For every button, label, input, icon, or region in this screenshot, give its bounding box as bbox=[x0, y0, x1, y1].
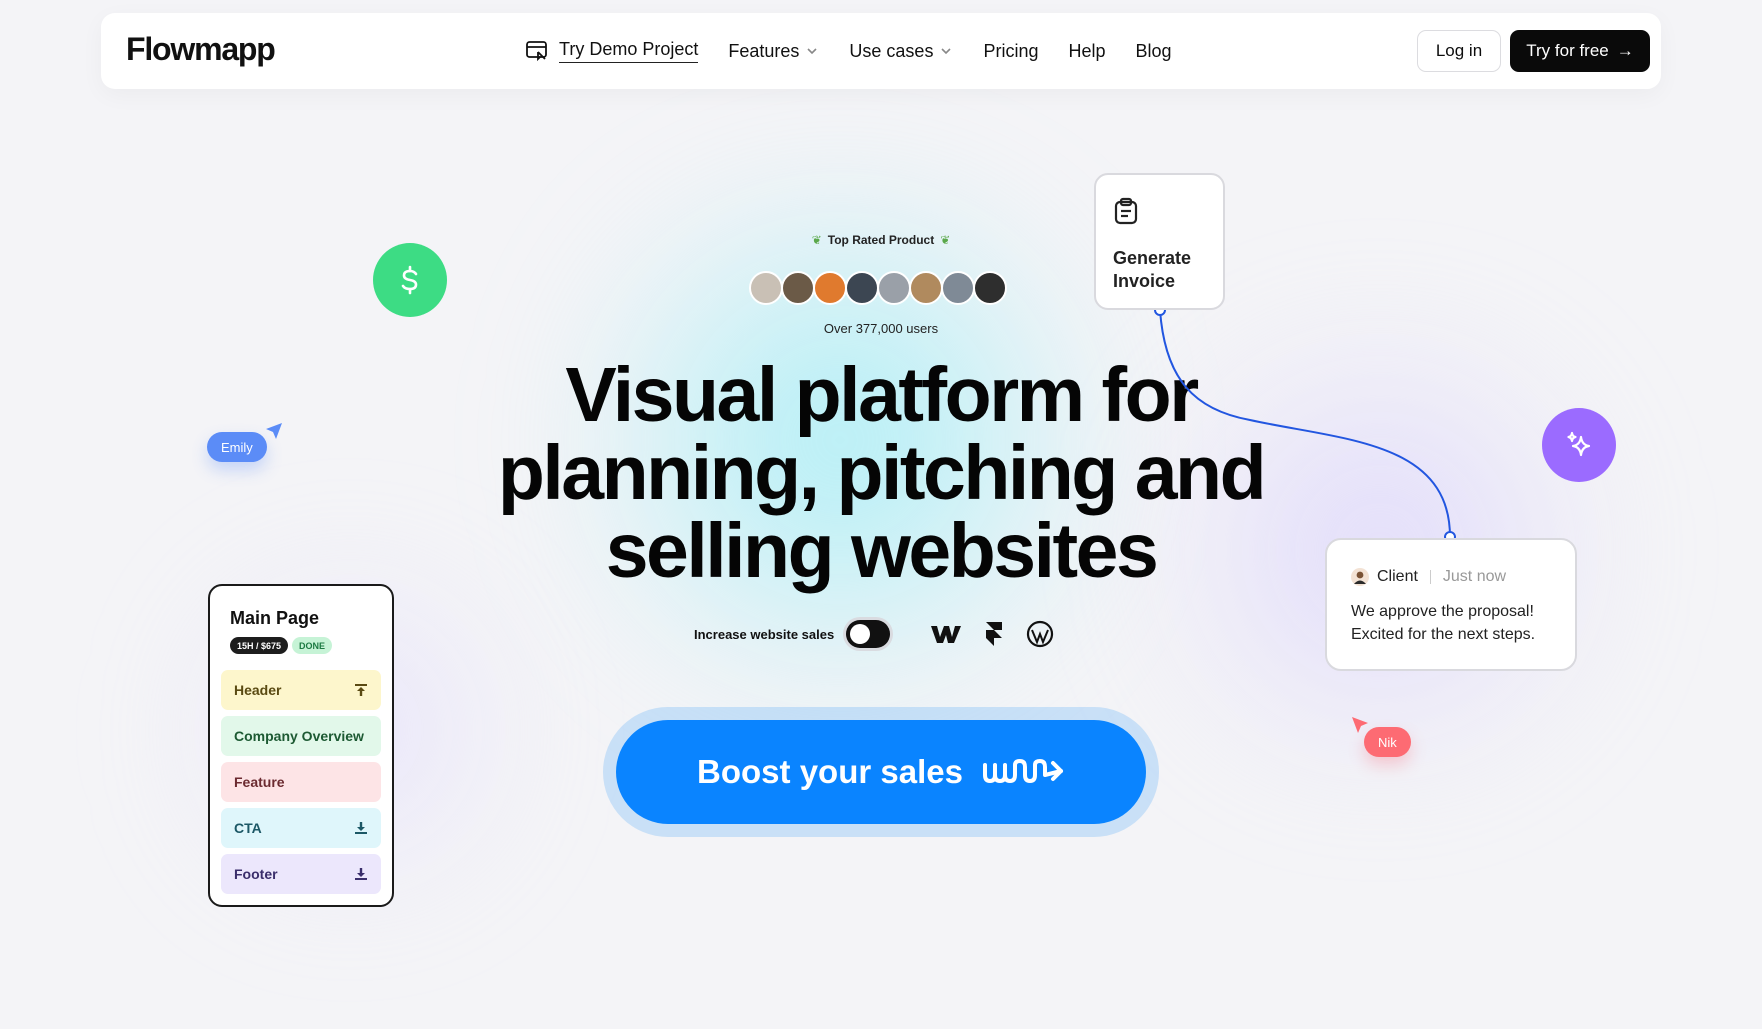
nav-links: Try Demo Project Features Use cases Pric… bbox=[525, 13, 1172, 89]
nav-use-cases[interactable]: Use cases bbox=[849, 41, 953, 62]
dollar-icon bbox=[401, 265, 418, 295]
try-for-free-button[interactable]: Try for free → bbox=[1510, 30, 1650, 72]
avatar bbox=[877, 271, 911, 305]
boost-sales-button[interactable]: Boost your sales bbox=[616, 720, 1146, 824]
try-for-free-label: Try for free bbox=[1526, 41, 1609, 60]
align-bottom-icon bbox=[355, 868, 367, 880]
laurel-right-icon: ❦ bbox=[940, 233, 951, 247]
clipboard-icon bbox=[1114, 197, 1138, 225]
client-message-card: Client Just now We approve the proposal!… bbox=[1325, 538, 1577, 671]
nav-features-label: Features bbox=[728, 40, 800, 61]
cost-badge: 15H / $675 bbox=[230, 637, 289, 654]
toggle-knob bbox=[850, 624, 871, 644]
nav-try-demo-label: Try Demo Project bbox=[559, 39, 699, 63]
section-feature[interactable]: Feature bbox=[221, 762, 381, 802]
ai-sparkle-bubble bbox=[1542, 408, 1616, 482]
nav-use-cases-label: Use cases bbox=[849, 40, 934, 61]
section-label: Header bbox=[234, 682, 282, 698]
top-nav: Flowmapp Try Demo Project Features Use c… bbox=[101, 13, 1661, 89]
avatar bbox=[973, 271, 1007, 305]
page: Flowmapp Try Demo Project Features Use c… bbox=[0, 0, 1762, 1029]
arrow-right-icon: → bbox=[1616, 41, 1634, 60]
top-rated-label: Top Rated Product bbox=[827, 233, 935, 247]
generate-invoice-card[interactable]: Generate Invoice bbox=[1094, 173, 1225, 310]
avatar bbox=[781, 271, 815, 305]
collaborator-tag-nik: Nik bbox=[1364, 727, 1411, 757]
laurel-left-icon: ❦ bbox=[811, 233, 822, 247]
client-message-header: Client Just now bbox=[1351, 568, 1506, 586]
section-label: Company Overview bbox=[234, 728, 364, 744]
page-card-badges: 15H / $675 DONE bbox=[230, 637, 333, 654]
demo-window-icon bbox=[526, 41, 547, 62]
sales-toggle-row: Increase website sales bbox=[694, 620, 1054, 648]
chevron-down-icon bbox=[941, 48, 952, 55]
dollar-bubble bbox=[373, 243, 447, 317]
section-label: Feature bbox=[234, 774, 285, 790]
collaborator-tag-emily: Emily bbox=[207, 432, 267, 462]
nav-features[interactable]: Features bbox=[728, 41, 819, 62]
client-message-text: We approve the proposal! Excited for the… bbox=[1351, 603, 1536, 643]
avatar bbox=[813, 271, 847, 305]
align-top-icon bbox=[355, 684, 367, 696]
avatar bbox=[909, 271, 943, 305]
toggle-label: Increase website sales bbox=[694, 626, 835, 642]
generate-invoice-label: Generate Invoice bbox=[1113, 248, 1192, 291]
avatar bbox=[845, 271, 879, 305]
squiggle-arrow-icon bbox=[982, 759, 1063, 783]
divider bbox=[1429, 570, 1431, 584]
login-button[interactable]: Log in bbox=[1417, 30, 1501, 72]
platform-icons bbox=[930, 620, 1054, 648]
main-page-card[interactable]: Main Page 15H / $675 DONE Header Company… bbox=[208, 584, 394, 907]
webflow-icon bbox=[931, 626, 962, 643]
chevron-down-icon bbox=[807, 48, 817, 55]
status-badge: DONE bbox=[292, 637, 333, 654]
nav-try-demo[interactable]: Try Demo Project bbox=[525, 39, 699, 63]
nav-help[interactable]: Help bbox=[1068, 41, 1105, 62]
logo[interactable]: Flowmapp bbox=[126, 31, 276, 68]
avatar bbox=[749, 271, 783, 305]
framer-icon bbox=[986, 622, 1003, 646]
section-label: CTA bbox=[234, 820, 262, 836]
align-bottom-icon bbox=[355, 822, 367, 834]
user-count: Over 377,000 users bbox=[823, 321, 939, 336]
client-time: Just now bbox=[1442, 568, 1507, 585]
client-avatar-icon bbox=[1351, 568, 1369, 586]
section-footer[interactable]: Footer bbox=[221, 854, 381, 894]
sales-toggle[interactable] bbox=[846, 620, 891, 648]
wordpress-icon bbox=[1027, 620, 1054, 648]
page-card-title: Main Page bbox=[230, 608, 320, 628]
avatar bbox=[941, 271, 975, 305]
nav-blog[interactable]: Blog bbox=[1136, 41, 1172, 62]
sparkle-icon bbox=[1567, 431, 1591, 457]
nav-pricing[interactable]: Pricing bbox=[983, 41, 1038, 62]
page-sections: Header Company Overview Feature CTA Foot… bbox=[221, 670, 381, 894]
client-name: Client bbox=[1377, 568, 1418, 585]
section-header[interactable]: Header bbox=[221, 670, 381, 710]
section-company-overview[interactable]: Company Overview bbox=[221, 716, 381, 756]
boost-sales-label: Boost your sales bbox=[697, 753, 963, 790]
section-label: Footer bbox=[234, 866, 278, 882]
top-rated-badge: ❦ Top Rated Product ❦ bbox=[0, 233, 1762, 247]
cursor-pointer-blue-icon bbox=[266, 423, 282, 439]
section-cta[interactable]: CTA bbox=[221, 808, 381, 848]
user-avatars bbox=[749, 271, 1007, 305]
